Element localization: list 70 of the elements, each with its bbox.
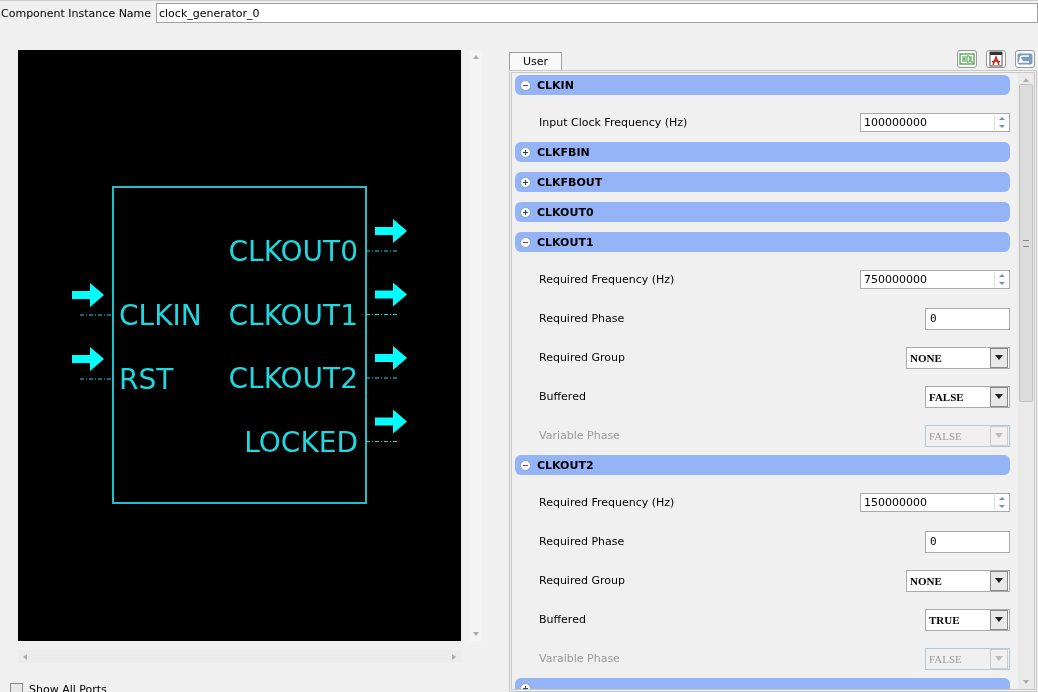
section-title: CLKOUT2 [537,458,594,472]
arrow-icon [375,409,407,434]
section-header[interactable]: CLKOUT2 [515,455,1010,475]
port-line [365,250,399,252]
param-label: Buffered [539,390,587,403]
section-title: CLKFBOUT [537,175,603,189]
section-header[interactable]: CLKFBOUT [515,172,1010,192]
param-label: Required Phase [539,312,626,325]
param-label: Required Frequency (Hz) [539,496,676,509]
pdf-button[interactable] [986,50,1006,68]
expand-icon[interactable] [520,146,531,158]
field-label: Component Instance Name [1,6,153,20]
port-label: CLKOUT2 [228,362,358,395]
param-label: Required Frequency (Hz) [539,273,676,286]
spin-field[interactable]: 100000000 [860,113,1010,132]
text-field[interactable]: 0 [925,530,1010,553]
param-label: Input Clock Frequency (Hz) [539,116,689,129]
instance-name-field[interactable]: clock_generator_0 [156,3,1038,23]
port-label: LOCKED [244,425,358,459]
port-line [365,377,399,379]
port-label: CLKOUT1 [228,298,358,332]
collapse-icon[interactable] [520,236,531,248]
port-label: RST [119,363,174,396]
dropdown[interactable]: FALSE [925,385,1010,408]
section-title: CLKOUT0 [537,205,594,219]
param-label: Variable Phase [539,429,621,442]
param-label: Required Group [539,351,626,364]
dropdown[interactable]: TRUE [925,608,1010,631]
param-label: Buffered [539,613,587,626]
curved-arrow-icon [1017,53,1033,65]
port-label: CLKOUT0 [228,235,358,268]
horizontal-scrollbar[interactable] [18,650,461,663]
pdf-document-icon [989,51,1003,67]
section-header[interactable]: CLKIN [515,75,1010,95]
dropdown-caret-icon[interactable] [990,347,1008,368]
dropdown[interactable]: NONE [906,569,1010,592]
param-label: Varaible Phase [539,652,621,665]
section-title: CLKIN [537,78,574,92]
text-field[interactable]: 0 [925,307,1010,330]
dropdown-caret-icon[interactable] [990,386,1008,407]
tab[interactable]: User [509,52,563,70]
expand-icon[interactable] [520,206,531,218]
port-line [79,314,114,316]
param-label: Required Phase [539,535,626,548]
refresh-button[interactable] [1015,50,1035,68]
arrow-icon [72,283,104,307]
arrow-icon [375,346,407,370]
collapse-icon[interactable] [520,459,531,471]
collapse-icon[interactable] [520,79,531,91]
vertical-scrollbar[interactable] [469,50,482,641]
section-header[interactable]: CLKOUT1 [515,232,1010,252]
section-header[interactable]: CLKFBIN [515,142,1010,162]
dropdown[interactable]: NONE [906,346,1010,369]
arrow-icon [72,347,104,371]
port-line [365,441,399,442]
spin-field[interactable]: 150000000 [860,493,1010,512]
port-line [79,378,114,380]
section-title: CLKFBIN [537,145,590,159]
port-line [365,314,399,315]
port-label: CLKIN [119,299,202,332]
section-header[interactable]: CLKOUT0 [515,202,1010,222]
arrow-icon [375,219,407,243]
arrow-icon [375,282,407,307]
spin-field[interactable]: 750000000 [860,270,1010,289]
section-title: CLKOUT1 [537,235,594,249]
param-label: Required Group [539,574,626,587]
expand-icon[interactable] [520,176,531,188]
dropdown-caret-icon[interactable] [990,570,1008,591]
vertical-scrollbar[interactable] [1018,73,1034,689]
dropdown-caret-icon[interactable] [990,609,1008,630]
